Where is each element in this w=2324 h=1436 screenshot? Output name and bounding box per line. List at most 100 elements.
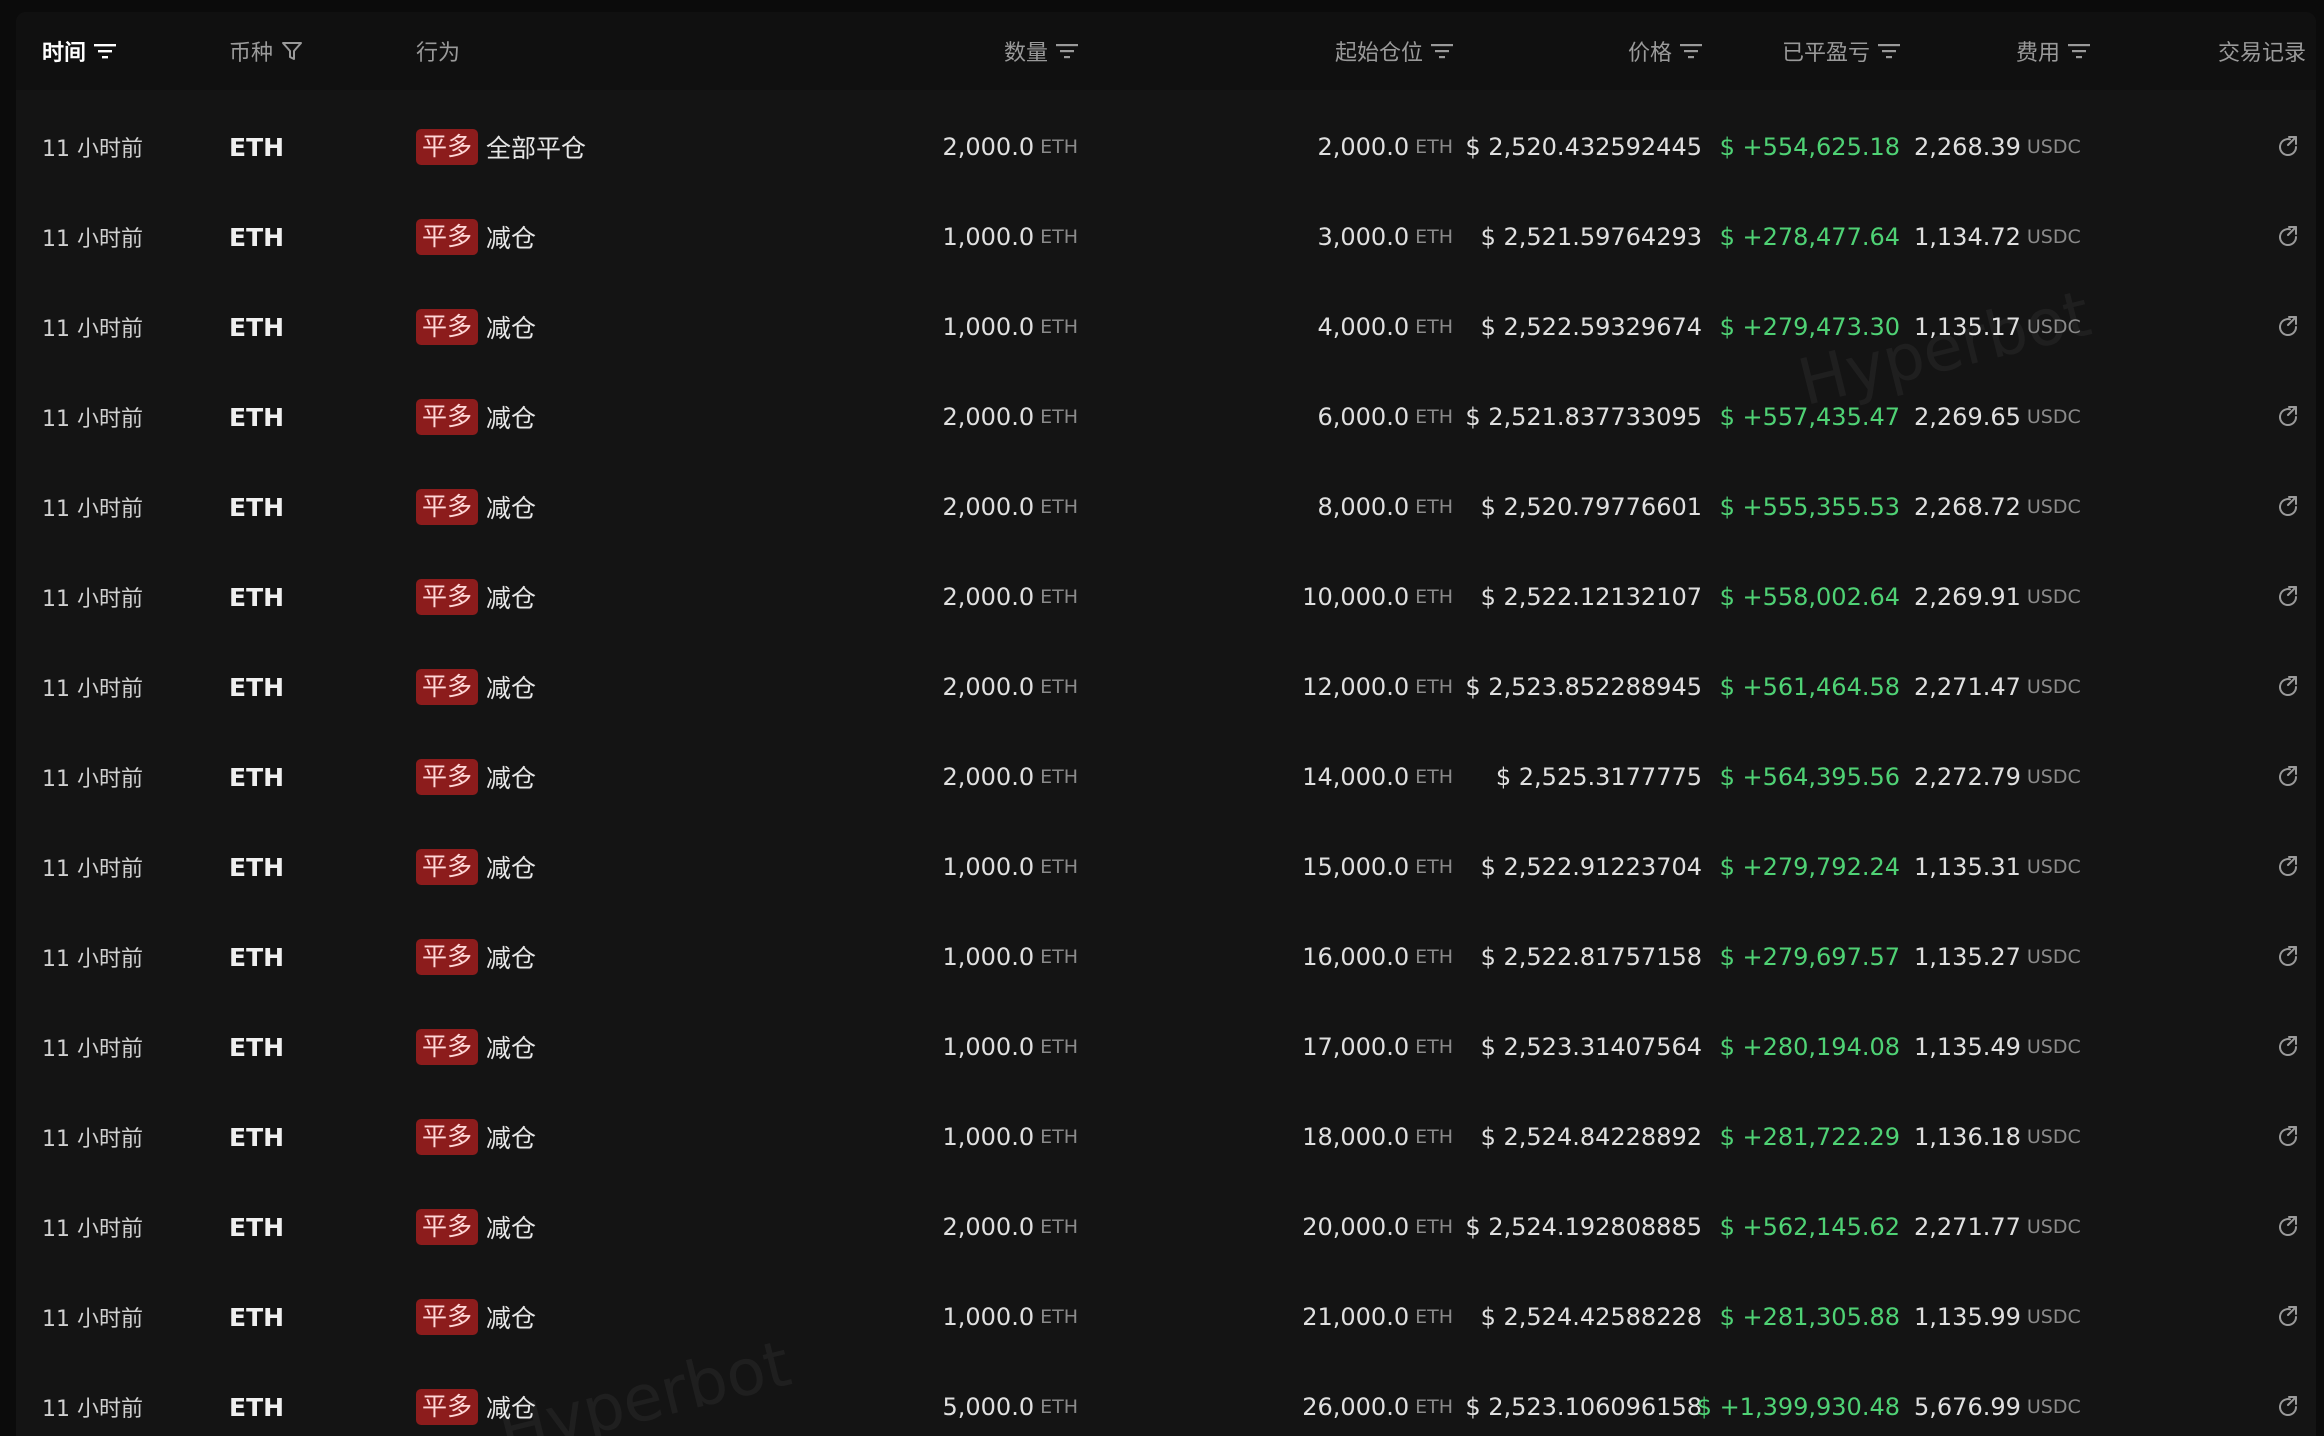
sort-icon[interactable] <box>1680 43 1702 59</box>
fee-unit: USDC <box>2026 586 2081 608</box>
quantity-cell: 2,000.0 ETH <box>942 102 1078 192</box>
time-text: 11 小时前 <box>42 947 143 972</box>
trade-record-cell <box>2270 192 2306 282</box>
table-row: 11 小时前 ETH 平多 全部平仓 2,000.0 ETH 2,000.0 ETH $ 2,5… <box>16 102 2316 192</box>
trade-record-cell <box>2270 1272 2306 1362</box>
header-fee[interactable]: 费用 <box>2016 12 2090 90</box>
quantity-value: 2,000.0 <box>942 493 1035 521</box>
time-text: 11 小时前 <box>42 1037 143 1062</box>
share-icon[interactable] <box>2270 849 2306 885</box>
coin-cell: ETH <box>229 1272 284 1362</box>
closed-pnl-cell: $ +279,697.57 <box>1720 912 1900 1002</box>
header-time[interactable]: 时间 <box>42 12 117 90</box>
action-cell: 平多 减仓 <box>416 192 536 282</box>
closed-pnl-value: $ +564,395.56 <box>1719 763 1900 791</box>
share-icon[interactable] <box>2270 1119 2306 1155</box>
closed-pnl-cell: $ +554,625.18 <box>1720 102 1900 192</box>
header-closed-pnl[interactable]: 已平盈亏 <box>1782 12 1900 90</box>
share-icon[interactable] <box>2270 1389 2306 1425</box>
time-text: 11 小时前 <box>42 1397 143 1422</box>
fee-unit: USDC <box>2026 406 2081 428</box>
sort-icon[interactable] <box>1431 43 1453 59</box>
share-icon[interactable] <box>2270 489 2306 525</box>
share-icon[interactable] <box>2270 129 2306 165</box>
close-long-badge: 平多 <box>416 1119 479 1155</box>
action-cell: 平多 减仓 <box>416 732 536 822</box>
action-cell: 平多 减仓 <box>416 822 536 912</box>
table-row: 11 小时前 ETH 平多 减仓 2,000.0 ETH 10,000.0 ETH $ 2,52… <box>16 552 2316 642</box>
price-value: $ 2,521.59764293 <box>1480 223 1702 251</box>
action-cell: 平多 全部平仓 <box>416 102 586 192</box>
start-position-unit: ETH <box>1415 946 1453 968</box>
share-icon[interactable] <box>2270 1029 2306 1065</box>
start-position-cell: 15,000.0 ETH <box>1302 822 1453 912</box>
header-start-position[interactable]: 起始仓位 <box>1335 12 1453 90</box>
price-cell: $ 2,523.31407564 <box>1481 1002 1702 1092</box>
fee-value: 2,268.39 <box>1914 133 2021 161</box>
start-position-value: 4,000.0 <box>1317 313 1410 341</box>
sort-icon[interactable] <box>1878 43 1900 59</box>
header-coin[interactable]: 币种 <box>229 12 303 90</box>
closed-pnl-value: $ +557,435.47 <box>1719 403 1900 431</box>
sort-icon[interactable] <box>2068 43 2090 59</box>
header-trade-record: 交易记录 <box>2218 12 2306 90</box>
fee-unit: USDC <box>2026 1036 2081 1058</box>
share-icon[interactable] <box>2270 669 2306 705</box>
coin-cell: ETH <box>229 912 284 1002</box>
action-text: 减仓 <box>486 404 537 433</box>
fee-unit: USDC <box>2026 946 2081 968</box>
action-cell: 平多 减仓 <box>416 912 536 1002</box>
coin-cell: ETH <box>229 1092 284 1182</box>
share-icon[interactable] <box>2270 219 2306 255</box>
share-icon[interactable] <box>2270 399 2306 435</box>
closed-pnl-value: $ +555,355.53 <box>1719 493 1900 521</box>
share-icon[interactable] <box>2270 1299 2306 1335</box>
action-text: 减仓 <box>486 1124 537 1153</box>
action-cell: 平多 减仓 <box>416 462 536 552</box>
price-cell: $ 2,522.81757158 <box>1481 912 1702 1002</box>
table-row: 11 小时前 ETH 平多 减仓 1,000.0 ETH 4,000.0 ETH $ 2,522… <box>16 282 2316 372</box>
quantity-value: 1,000.0 <box>942 1123 1035 1151</box>
coin-cell: ETH <box>229 642 284 732</box>
coin-cell: ETH <box>229 1182 284 1272</box>
quantity-value: 1,000.0 <box>942 223 1035 251</box>
action-text: 减仓 <box>486 1394 537 1423</box>
start-position-cell: 4,000.0 ETH <box>1317 282 1453 372</box>
share-icon[interactable] <box>2270 1209 2306 1245</box>
start-position-value: 21,000.0 <box>1302 1303 1410 1331</box>
fee-unit: USDC <box>2026 676 2081 698</box>
sort-icon[interactable] <box>1056 43 1078 59</box>
quantity-unit: ETH <box>1040 1396 1078 1418</box>
quantity-unit: ETH <box>1040 1036 1078 1058</box>
action-cell: 平多 减仓 <box>416 1272 536 1362</box>
start-position-unit: ETH <box>1415 1216 1453 1238</box>
time-text: 11 小时前 <box>42 767 143 792</box>
closed-pnl-value: $ +558,002.64 <box>1719 583 1900 611</box>
close-long-badge: 平多 <box>416 849 479 885</box>
fee-value: 2,271.47 <box>1914 673 2021 701</box>
quantity-value: 2,000.0 <box>942 583 1035 611</box>
coin-text: ETH <box>229 222 285 252</box>
quantity-value: 1,000.0 <box>942 1033 1035 1061</box>
quantity-unit: ETH <box>1040 316 1078 338</box>
filter-icon[interactable] <box>281 40 303 62</box>
trade-record-cell <box>2270 1362 2306 1436</box>
share-icon[interactable] <box>2270 579 2306 615</box>
start-position-cell: 16,000.0 ETH <box>1302 912 1453 1002</box>
action-cell: 平多 减仓 <box>416 282 536 372</box>
share-icon[interactable] <box>2270 939 2306 975</box>
fee-value: 2,272.79 <box>1914 763 2021 791</box>
share-icon[interactable] <box>2270 759 2306 795</box>
sort-icon[interactable] <box>94 43 117 59</box>
header-quantity[interactable]: 数量 <box>1004 12 1078 90</box>
header-price[interactable]: 价格 <box>1628 12 1702 90</box>
share-icon[interactable] <box>2270 309 2306 345</box>
action-text: 减仓 <box>486 1214 537 1243</box>
fee-unit: USDC <box>2026 1216 2081 1238</box>
fee-value: 5,676.99 <box>1914 1393 2021 1421</box>
quantity-cell: 1,000.0 ETH <box>942 1002 1078 1092</box>
quantity-unit: ETH <box>1040 586 1078 608</box>
close-long-badge: 平多 <box>416 219 479 255</box>
quantity-cell: 2,000.0 ETH <box>942 462 1078 552</box>
close-long-badge: 平多 <box>416 1299 479 1335</box>
